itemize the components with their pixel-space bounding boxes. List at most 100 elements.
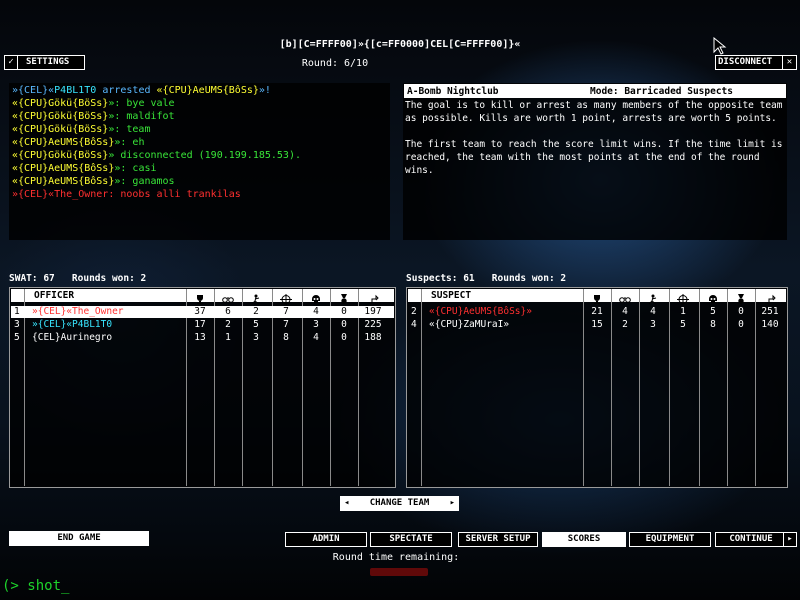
skull-icon (310, 290, 322, 303)
stat-cell: 5 (710, 306, 716, 317)
chat-fragment: » disconnected (190.199.185.53). (108, 150, 301, 161)
stat-cell: 4 (650, 306, 656, 317)
stat-cell: 0 (738, 319, 744, 330)
stat-cell: 188 (364, 332, 382, 343)
table-row[interactable]: 3 »{CEL}«P4BL1T0 17 2 5 7 3 0 225 (10, 319, 395, 331)
player-slot: 2 (411, 306, 417, 317)
officer-column-header: OFFICER (34, 290, 75, 301)
chat-fragment: Gökü{BöSs} (48, 98, 109, 109)
chat-line: «{CPU}Gökü{BöSs}»: bye vale (12, 97, 390, 110)
stat-cell: 2 (225, 319, 231, 330)
round-counter: Round: 6/10 (301, 58, 369, 69)
stat-cell: 21 (591, 306, 603, 317)
change-team-button[interactable]: ◂ CHANGE TEAM ▸ (340, 496, 459, 511)
close-icon: ✕ (782, 56, 796, 69)
stat-cell: 2 (253, 306, 259, 317)
stat-cell: 4 (622, 306, 628, 317)
stat-cell: 1 (225, 332, 231, 343)
stat-cell: 4 (313, 332, 319, 343)
stat-cell: 0 (341, 319, 347, 330)
ping-icon (367, 290, 379, 304)
stat-cell: 225 (364, 319, 382, 330)
chat-line: «{CPU}AeUMS{BôSs}»: casi (12, 162, 390, 175)
chat-fragment: «{CPU} (12, 98, 49, 109)
map-name: A-Bomb Nightclub (407, 86, 499, 97)
medal-icon (735, 290, 747, 304)
player-slot: 1 (14, 306, 20, 317)
player-slot: 4 (411, 319, 417, 330)
chat-fragment: »: casi (114, 163, 157, 174)
chat-fragment: «{CPU}AeUMS{BôSs} (12, 176, 115, 187)
console-input[interactable]: (> shot_ (2, 578, 69, 594)
suspect-column-header: SUSPECT (431, 290, 472, 301)
player-slot: 3 (14, 319, 20, 330)
medal-icon (338, 290, 350, 304)
settings-label: SETTINGS (26, 57, 70, 67)
chat-line: «{CPU}AeUMS{BôSs}»: ganamos (12, 175, 390, 188)
scores-tab[interactable]: SCORES (542, 532, 626, 547)
suspects-scoreboard: SUSPECT 2 «{CPU}AeUMS{BôSs}» 21 4 4 1 5 0 251 4 «{… (406, 287, 788, 488)
chat-fragment: »{CEL}« (12, 85, 55, 96)
suspects-summary: Suspects: 61 Rounds won: 2 (406, 273, 567, 284)
chat-line: »{CEL}«The_Owner: noobs alli trankilas (12, 188, 390, 201)
chat-fragment: »: eh (114, 137, 145, 148)
chat-fragment: »: maldifot (108, 111, 175, 122)
player-name: {CEL}Aurinegro (32, 332, 113, 343)
player-name: «{CPU}ZaMUraI» (429, 319, 510, 330)
chat-fragment: «{CPU}AeUMS{BôSs} (156, 85, 259, 96)
stat-cell: 251 (761, 306, 779, 317)
stat-cell: 140 (761, 319, 779, 330)
stat-cell: 2 (622, 319, 628, 330)
arrest-icon (250, 290, 262, 305)
stat-cell: 7 (283, 306, 289, 317)
stat-cell: 0 (341, 332, 347, 343)
arrest-icon (647, 290, 659, 305)
stat-cell: 6 (225, 306, 231, 317)
arrow-right-icon: ▸ (449, 498, 455, 508)
stat-cell: 197 (364, 306, 382, 317)
table-row[interactable]: 1 »{CEL}«The_Owner 37 6 2 7 4 0 197 (10, 306, 395, 318)
table-row[interactable]: 5 {CEL}Aurinegro 13 1 3 8 4 0 188 (10, 332, 395, 344)
mission-description-1: The goal is to kill or arrest as many me… (405, 100, 783, 124)
stat-cell: 1 (680, 306, 686, 317)
skull-icon (707, 290, 719, 303)
chat-fragment: »: ganamos (114, 176, 175, 187)
chat-line: «{CPU}Gökü{BöSs}»: team (12, 123, 390, 136)
stat-cell: 3 (650, 319, 656, 330)
stat-cell: 37 (194, 306, 206, 317)
handcuffs-icon (619, 290, 631, 303)
chat-fragment: arrested (96, 85, 157, 96)
arrow-right-icon: ▸ (783, 533, 796, 546)
change-team-label: CHANGE TEAM (369, 498, 430, 508)
stat-cell: 15 (591, 319, 603, 330)
swat-summary: SWAT: 67 Rounds won: 2 (9, 273, 147, 284)
trophy-icon (591, 290, 603, 304)
settings-button[interactable]: ✓ SETTINGS (4, 55, 85, 70)
chat-fragment: »: team (108, 124, 151, 135)
stat-cell: 0 (738, 306, 744, 317)
admin-button[interactable]: ADMIN (285, 532, 367, 547)
table-row[interactable]: 4 «{CPU}ZaMUraI» 15 2 3 5 8 0 140 (407, 319, 787, 331)
server-setup-button[interactable]: SERVER SETUP (458, 532, 538, 547)
stat-cell: 17 (194, 319, 206, 330)
chat-fragment: «{CPU}Gökü{BöSs} (12, 111, 109, 122)
chat-fragment: «{CPU}AeUMS{BôSs} (12, 137, 115, 148)
equipment-button[interactable]: EQUIPMENT (629, 532, 711, 547)
trophy-icon (194, 290, 206, 304)
stat-cell: 5 (253, 319, 259, 330)
round-timer-digits (370, 568, 428, 576)
table-row[interactable]: 2 «{CPU}AeUMS{BôSs}» 21 4 4 1 5 0 251 (407, 306, 787, 318)
game-mode: Mode: Barricaded Suspects (590, 86, 733, 97)
chat-fragment: »: bye vale (108, 98, 175, 109)
disconnect-button[interactable]: DISCONNECT ✕ (715, 55, 797, 70)
spectate-button[interactable]: SPECTATE (370, 532, 452, 547)
stat-cell: 0 (341, 306, 347, 317)
stat-cell: 3 (253, 332, 259, 343)
end-game-button[interactable]: END GAME (9, 531, 149, 546)
checkmark-icon: ✓ (5, 56, 18, 69)
continue-button[interactable]: CONTINUE ▸ (715, 532, 797, 547)
continue-label: CONTINUE (729, 534, 773, 544)
stat-cell: 7 (283, 319, 289, 330)
handcuffs-icon (222, 290, 234, 303)
stat-cell: 5 (680, 319, 686, 330)
